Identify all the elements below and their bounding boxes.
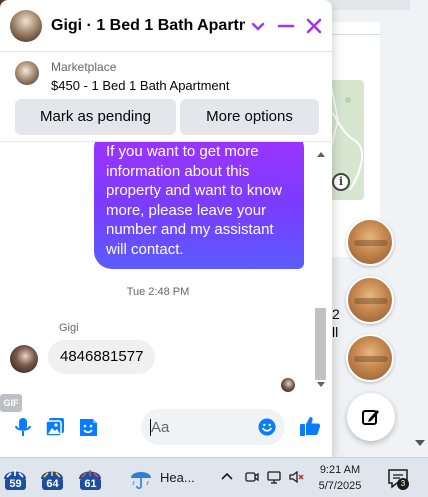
sender-name: Gigi	[59, 322, 79, 334]
emoji-icon[interactable]	[258, 418, 276, 436]
taskbar-app-button[interactable]: 59	[2, 465, 28, 491]
app-badge-count: 61	[80, 478, 101, 490]
microphone-icon[interactable]	[12, 416, 34, 438]
minimize-icon[interactable]	[274, 14, 298, 38]
scroll-down-arrow-icon[interactable]	[415, 440, 425, 446]
listing-source: Marketplace	[51, 60, 117, 74]
show-hidden-icons-chevron[interactable]	[220, 470, 234, 484]
outgoing-message-bubble[interactable]: If you want to get more information abou…	[94, 142, 304, 269]
photo-icon[interactable]	[44, 416, 66, 438]
avatar[interactable]	[10, 345, 38, 373]
chevron-down-icon[interactable]	[248, 16, 268, 36]
chat-title[interactable]: Gigi · 1 Bed 1 Bath Apartment · Mooresto…	[51, 16, 245, 36]
listing-thumbnail[interactable]	[15, 61, 39, 85]
avatar[interactable]	[10, 10, 42, 42]
marketplace-listing-banner: Marketplace $450 - 1 Bed 1 Bath Apartmen…	[0, 52, 332, 142]
weather-label[interactable]: Hea...	[160, 470, 195, 485]
taskbar-clock[interactable]: 9:21 AM 5/7/2025	[318, 462, 362, 494]
chat-header[interactable]: Gigi · 1 Bed 1 Bath Apartment · Mooresto…	[0, 0, 332, 52]
rain-weather-icon[interactable]	[128, 466, 154, 490]
message-timestamp: Tue 2:48 PM	[126, 286, 190, 298]
info-icon[interactable]: i	[332, 173, 350, 191]
scroll-down-arrow-icon[interactable]	[317, 382, 325, 387]
gif-icon[interactable]: GIF	[0, 394, 22, 412]
message-composer: GIF	[0, 394, 332, 457]
app-badge-count: 59	[5, 478, 26, 490]
more-options-button[interactable]: More options	[180, 99, 319, 135]
scroll-up-arrow-icon[interactable]	[317, 152, 325, 157]
listing-title[interactable]: $450 - 1 Bed 1 Bath Apartment	[51, 78, 230, 94]
scrollbar-thumb[interactable]	[315, 308, 326, 380]
volume-muted-icon[interactable]	[288, 469, 304, 485]
page-scrollbar[interactable]	[410, 0, 428, 457]
taskbar-app-button[interactable]: 64	[39, 465, 65, 491]
new-message-button[interactable]	[347, 393, 395, 441]
clock-time: 9:21 AM	[319, 464, 361, 476]
chat-head-avatar[interactable]	[346, 334, 394, 382]
clock-date: 5/7/2025	[318, 480, 362, 492]
meet-now-icon[interactable]	[244, 469, 260, 485]
network-icon[interactable]	[266, 469, 282, 485]
notification-count-badge: 3	[397, 478, 409, 490]
windows-taskbar: 59 64 61 Hea... 9:21 AM 5/7/2025 3	[0, 457, 428, 497]
compose-icon	[362, 410, 379, 425]
sticker-icon[interactable]	[77, 416, 99, 438]
seen-indicator-avatar	[281, 378, 295, 392]
chat-head-avatar[interactable]	[346, 276, 394, 324]
like-icon[interactable]	[298, 414, 322, 438]
mark-as-pending-button[interactable]: Mark as pending	[15, 99, 176, 135]
message-thread[interactable]: If you want to get more information abou…	[0, 142, 332, 394]
text-caret	[150, 419, 151, 436]
taskbar-app-button[interactable]: 61	[77, 465, 103, 491]
app-badge-count: 64	[42, 478, 63, 490]
messenger-chat-window: Gigi · 1 Bed 1 Bath Apartment · Mooresto…	[0, 0, 332, 457]
incoming-message-bubble[interactable]: 4846881577	[48, 340, 156, 374]
close-icon[interactable]	[302, 14, 326, 38]
thread-scrollbar[interactable]	[314, 142, 328, 394]
chat-head-avatar[interactable]	[346, 218, 394, 266]
